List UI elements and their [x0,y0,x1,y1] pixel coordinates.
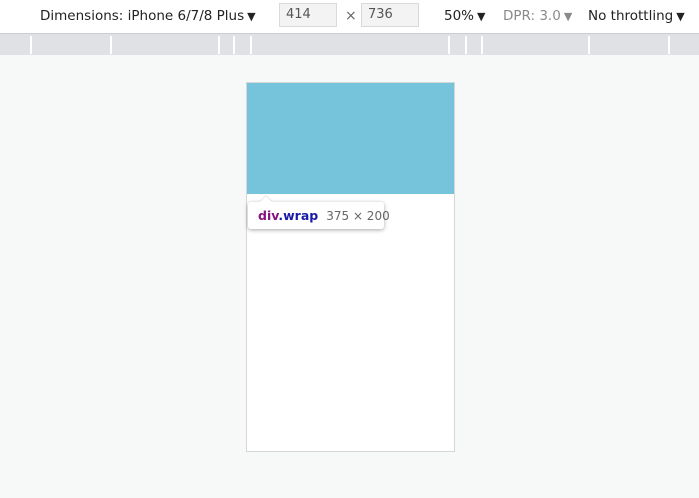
dpr-label: DPR: 3.0 [503,8,561,24]
width-input[interactable]: 414 [279,3,337,27]
media-query-ruler[interactable] [0,33,699,55]
wrap-element-highlight[interactable] [247,83,454,194]
tooltip-element-size: 375 × 200 [326,209,390,223]
ruler-tick [448,36,450,54]
device-toolbar: Dimensions: iPhone 6/7/8 Plus ▼ 414 × 736… [0,0,699,33]
chevron-down-icon: ▼ [563,10,573,23]
tooltip-class-name: .wrap [278,208,319,223]
chevron-down-icon: ▼ [676,10,685,23]
height-input[interactable]: 736 [361,3,419,27]
chevron-down-icon: ▼ [247,10,256,23]
ruler-tick [233,36,235,54]
device-dimensions-label: Dimensions: iPhone 6/7/8 Plus [40,8,245,24]
ruler-tick [110,36,112,54]
zoom-dropdown[interactable]: 50% ▼ [444,7,485,26]
throttling-label: No throttling [588,8,674,24]
ruler-tick [668,36,670,54]
device-dimensions-dropdown[interactable]: Dimensions: iPhone 6/7/8 Plus ▼ [40,7,256,26]
ruler-tick [250,36,252,54]
ruler-tick [588,36,590,54]
chevron-down-icon: ▼ [477,10,486,23]
throttling-dropdown[interactable]: No throttling ▼ [588,7,685,26]
dpr-dropdown[interactable]: DPR: 3.0 ▼ [503,7,572,26]
ruler-tick [218,36,220,54]
times-icon: × [345,8,357,24]
zoom-label: 50% [444,8,475,24]
ruler-tick [465,36,467,54]
ruler-tick [30,36,32,54]
ruler-tick [481,36,483,54]
tooltip-tag-name: div [258,208,279,223]
element-inspector-tooltip: div.wrap 375 × 200 [248,202,390,229]
device-viewport[interactable] [246,82,455,452]
